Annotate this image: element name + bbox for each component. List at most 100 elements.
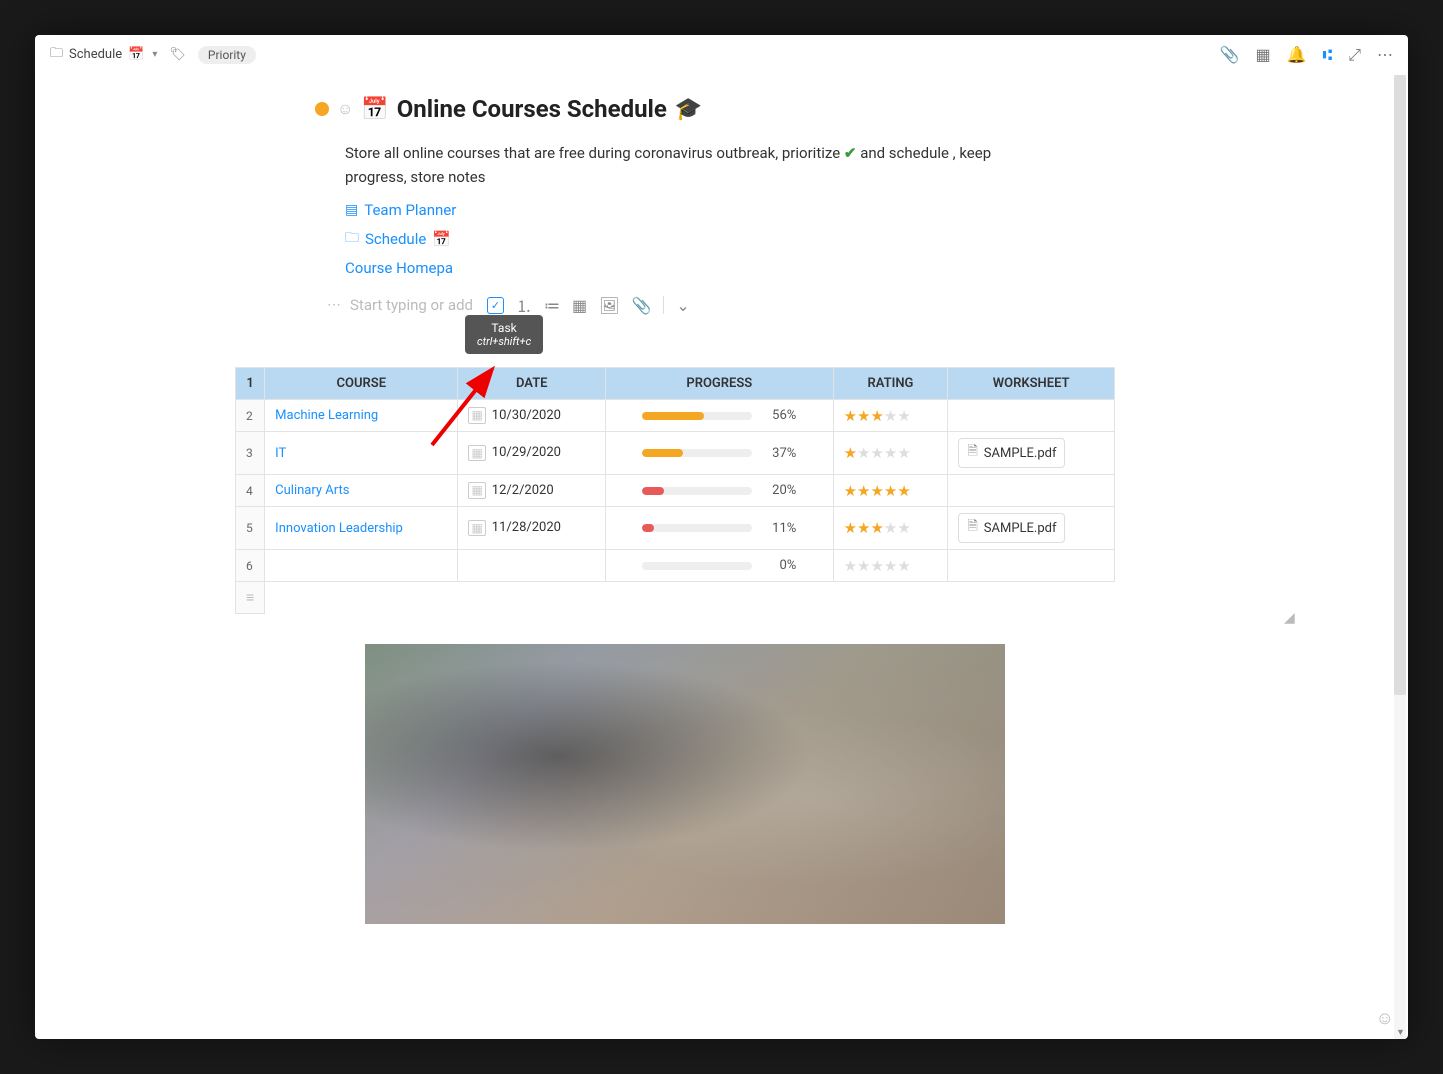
star-icon[interactable]: ★ (857, 519, 870, 537)
star-icon[interactable]: ★ (870, 519, 883, 537)
star-icon[interactable]: ★ (884, 444, 897, 462)
col-rating[interactable]: RATING (833, 368, 948, 400)
link-schedule[interactable]: 🗀 Schedule 📅 (345, 227, 1288, 251)
bell-icon[interactable]: 🔔 (1287, 45, 1307, 64)
star-icon[interactable]: ★ (857, 407, 870, 425)
task-button[interactable]: ✓ (487, 297, 504, 314)
cell-worksheet[interactable] (948, 550, 1115, 582)
topbar: 🗀 Schedule 📅 ▾ 🏷 Priority 📎 ▦ 🔔 ⑆ ⤢ ⋯ (35, 35, 1408, 75)
star-icon[interactable]: ★ (897, 444, 910, 462)
file-chip[interactable]: 🗎SAMPLE.pdf (958, 438, 1065, 468)
numbered-list-icon[interactable]: ⒈ (516, 293, 532, 317)
breadcrumb[interactable]: 🗀 Schedule 📅 ▾ 🏷 Priority (50, 44, 256, 66)
cell-date[interactable]: ▦11/28/2020 (458, 507, 606, 550)
star-icon[interactable]: ★ (884, 482, 897, 500)
graduation-icon: 🎓 (675, 97, 702, 122)
star-icon[interactable]: ★ (844, 444, 857, 462)
cell-course[interactable]: Innovation Leadership (265, 507, 458, 550)
col-progress[interactable]: PROGRESS (606, 368, 834, 400)
progress-bar (642, 524, 752, 532)
star-icon[interactable]: ★ (897, 557, 910, 575)
cell-worksheet[interactable]: 🗎SAMPLE.pdf (948, 432, 1115, 475)
face-icon[interactable]: ☺ (337, 99, 353, 119)
feedback-smile-icon[interactable]: ☺ (1376, 1008, 1394, 1029)
editor-toolbar: ✓ ⒈ ≔ ▦ 🖼 📎 ⌄ (487, 293, 690, 317)
topbar-actions: 📎 ▦ 🔔 ⑆ ⤢ ⋯ (1220, 45, 1393, 65)
col-worksheet[interactable]: WORKSHEET (948, 368, 1115, 400)
progress-bar (642, 449, 752, 457)
table-row[interactable]: 5Innovation Leadership▦11/28/202011%★★★★… (236, 507, 1115, 550)
link-label: Course Homepa (345, 259, 453, 277)
course-link[interactable]: Innovation Leadership (275, 521, 403, 536)
bullet-list-icon[interactable]: ≔ (544, 296, 560, 315)
attachment-icon[interactable]: 📎 (1220, 45, 1240, 64)
star-icon[interactable]: ★ (844, 519, 857, 537)
star-icon[interactable]: ★ (857, 444, 870, 462)
table-row[interactable]: 3IT▦10/29/202037%★★★★★🗎SAMPLE.pdf (236, 432, 1115, 475)
star-icon[interactable]: ★ (844, 557, 857, 575)
progress-label: 11% (762, 521, 796, 536)
expand-icon[interactable]: ⤢ (1348, 45, 1361, 65)
cell-progress[interactable]: 11% (606, 507, 834, 550)
course-link[interactable]: Culinary Arts (275, 483, 349, 498)
more-tools-chevron-icon[interactable]: ⌄ (676, 296, 689, 315)
hero-image (365, 644, 1005, 924)
cell-rating[interactable]: ★★★★★ (833, 550, 948, 582)
course-link[interactable]: IT (275, 446, 286, 461)
table-icon[interactable]: ▦ (572, 296, 587, 315)
priority-tag[interactable]: Priority (198, 46, 256, 64)
star-icon[interactable]: ★ (884, 519, 897, 537)
file-chip[interactable]: 🗎SAMPLE.pdf (958, 513, 1065, 543)
star-icon[interactable]: ★ (897, 519, 910, 537)
cell-course[interactable] (265, 550, 458, 582)
star-icon[interactable]: ★ (844, 482, 857, 500)
resize-handle-icon[interactable]: ◢ (1284, 610, 1294, 620)
attach-icon[interactable]: 📎 (631, 296, 651, 315)
link-team-planner[interactable]: ▤ Team Planner (345, 201, 1288, 219)
add-row-handle[interactable]: ≡ (236, 582, 265, 614)
cell-course[interactable]: Culinary Arts (265, 475, 458, 507)
cell-worksheet[interactable] (948, 400, 1115, 432)
cell-progress[interactable]: 56% (606, 400, 834, 432)
date-text: 10/29/2020 (492, 445, 561, 460)
more-icon[interactable]: ⋯ (1377, 45, 1393, 64)
star-icon[interactable]: ★ (857, 557, 870, 575)
status-dot[interactable] (315, 102, 329, 116)
cell-worksheet[interactable] (948, 475, 1115, 507)
star-icon[interactable]: ★ (897, 482, 910, 500)
star-icon[interactable]: ★ (844, 407, 857, 425)
date-text: 10/30/2020 (492, 408, 561, 423)
editor-placeholder-row[interactable]: ⋯ Start typing or add ✓ ⒈ ≔ ▦ 🖼 📎 ⌄ (327, 293, 1288, 317)
cell-rating[interactable]: ★★★★★ (833, 432, 948, 475)
cell-progress[interactable]: 0% (606, 550, 834, 582)
table-row[interactable]: 2Machine Learning▦10/30/202056%★★★★★ (236, 400, 1115, 432)
cell-rating[interactable]: ★★★★★ (833, 475, 948, 507)
apps-icon[interactable]: ▦ (1256, 45, 1271, 64)
row-number: 6 (236, 550, 265, 582)
cell-date[interactable] (458, 550, 606, 582)
image-icon[interactable]: 🖼 (599, 296, 619, 315)
cell-progress[interactable]: 37% (606, 432, 834, 475)
chevron-down-icon[interactable]: ▾ (152, 49, 157, 60)
table-row[interactable]: 4Culinary Arts▦12/2/202020%★★★★★ (236, 475, 1115, 507)
cell-date[interactable]: ▦12/2/2020 (458, 475, 606, 507)
star-icon[interactable]: ★ (857, 482, 870, 500)
star-icon[interactable]: ★ (870, 444, 883, 462)
cell-progress[interactable]: 20% (606, 475, 834, 507)
star-icon[interactable]: ★ (870, 557, 883, 575)
cell-rating[interactable]: ★★★★★ (833, 507, 948, 550)
course-link[interactable]: Machine Learning (275, 408, 378, 423)
cell-worksheet[interactable]: 🗎SAMPLE.pdf (948, 507, 1115, 550)
tag-icon[interactable]: 🏷 (169, 47, 186, 62)
link-course-homepage[interactable]: Course Homepa (345, 259, 1288, 277)
drag-handle-icon[interactable]: ⋯ (327, 297, 340, 313)
star-icon[interactable]: ★ (870, 407, 883, 425)
calendar-emoji-tiny: 📅 (432, 230, 451, 248)
star-icon[interactable]: ★ (870, 482, 883, 500)
star-icon[interactable]: ★ (884, 557, 897, 575)
share-icon[interactable]: ⑆ (1323, 45, 1333, 64)
star-icon[interactable]: ★ (897, 407, 910, 425)
table-row[interactable]: 60%★★★★★ (236, 550, 1115, 582)
cell-rating[interactable]: ★★★★★ (833, 400, 948, 432)
star-icon[interactable]: ★ (884, 407, 897, 425)
